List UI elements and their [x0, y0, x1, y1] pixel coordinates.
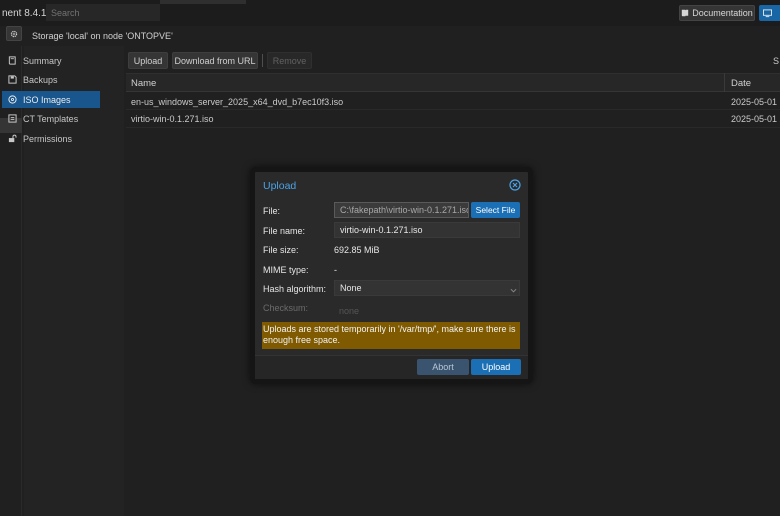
select-file-button[interactable]: Select File [471, 202, 520, 218]
checksum-input[interactable]: none [334, 303, 520, 319]
abort-button[interactable]: Abort [417, 359, 469, 375]
file-name-label: File name: [263, 226, 306, 236]
dialog-title: Upload [263, 180, 297, 192]
file-name-input[interactable]: virtio-win-0.1.271.iso [334, 222, 520, 238]
mime-type-label: MIME type: [263, 265, 309, 275]
file-size-value: 692.85 MiB [334, 245, 380, 255]
hash-algorithm-label: Hash algorithm: [263, 284, 327, 294]
file-label: File: [263, 206, 281, 216]
checksum-label: Checksum: [263, 303, 309, 313]
mime-type-value: - [334, 265, 337, 275]
app-root: nent 8.4.1 Documentation Storage 'local'… [0, 0, 780, 516]
close-icon[interactable] [509, 179, 521, 191]
dialog-upload-button[interactable]: Upload [471, 359, 521, 375]
upload-dialog: Upload File: C:\fakepath\virtio-win-0.1.… [250, 167, 533, 384]
file-path-field[interactable]: C:\fakepath\virtio-win-0.1.271.iso [334, 202, 469, 218]
chevron-down-icon[interactable] [510, 287, 517, 294]
file-size-label: File size: [263, 245, 299, 255]
hash-algorithm-select[interactable]: None [334, 280, 520, 296]
storage-warning-message: Uploads are stored temporarily in '/var/… [262, 322, 520, 349]
